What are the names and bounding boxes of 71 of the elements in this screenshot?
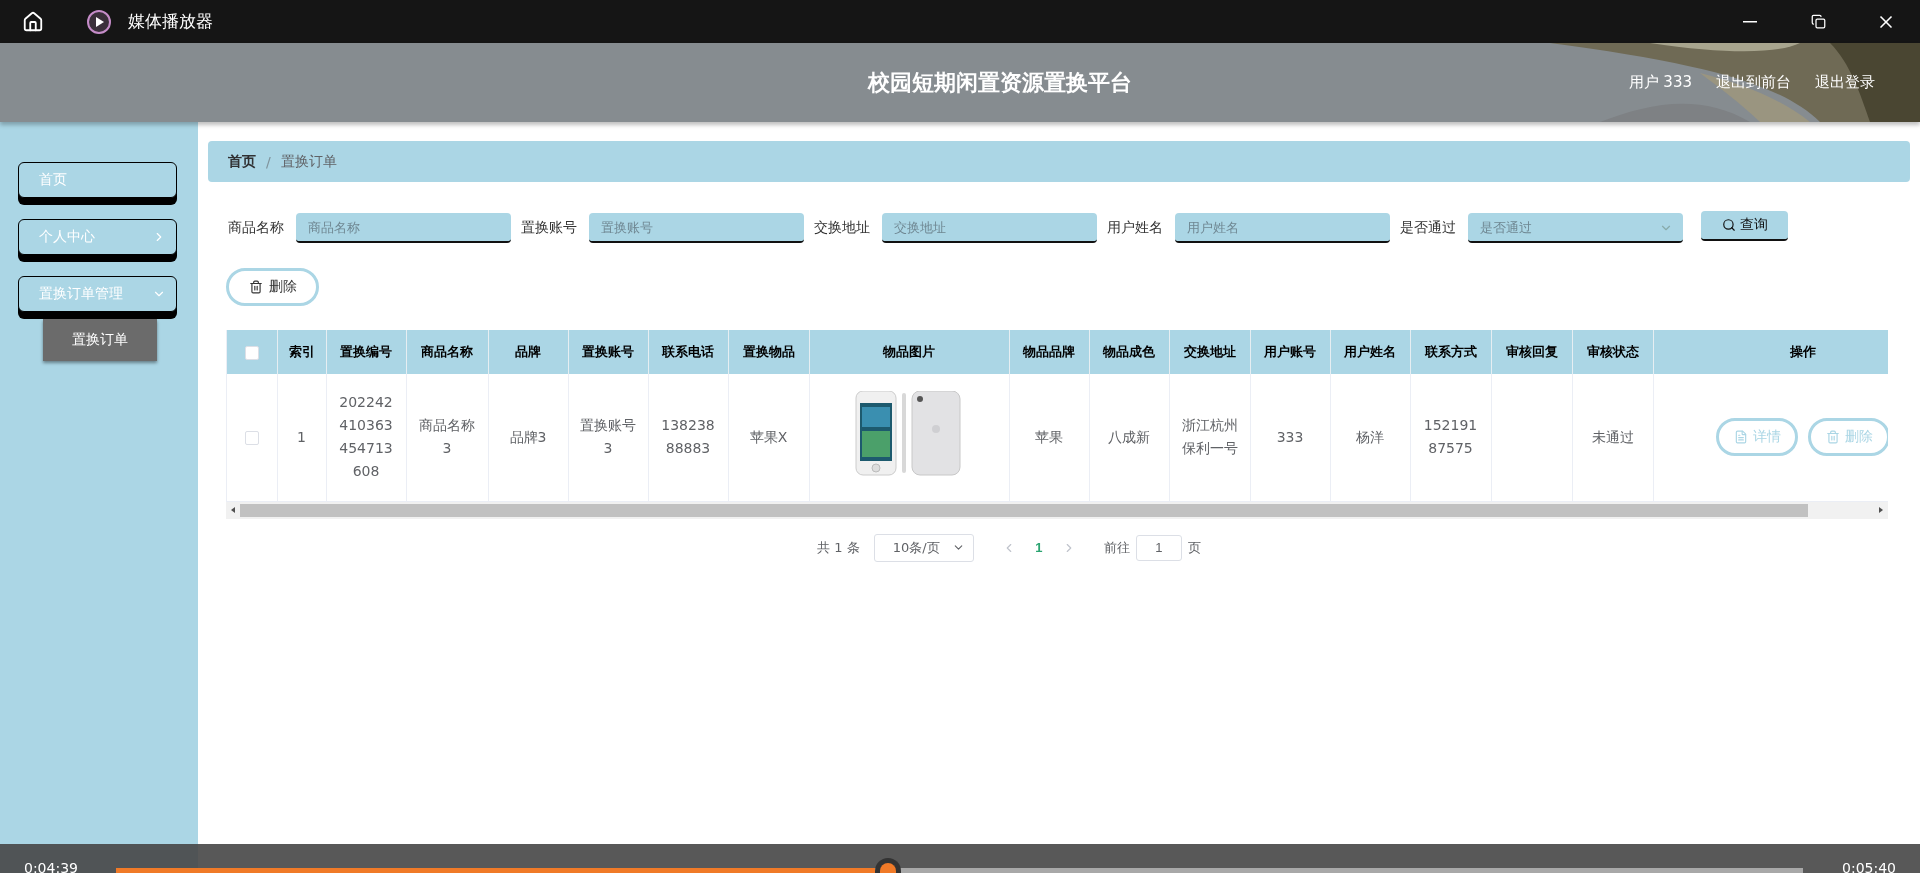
breadcrumb-link[interactable]: 首页 xyxy=(228,152,256,171)
column-header: 品牌 xyxy=(488,330,568,374)
column-header: 索引 xyxy=(277,330,326,374)
table-cell: 333 xyxy=(1276,428,1304,445)
table-cell: 苹果 xyxy=(1035,428,1063,445)
column-header: 用户姓名 xyxy=(1330,330,1410,374)
page-number[interactable]: 1 xyxy=(1023,540,1054,555)
play-logo-icon xyxy=(86,8,112,35)
column-header: 物品成色 xyxy=(1089,330,1169,374)
search-icon xyxy=(1721,218,1736,232)
page-size-select[interactable]: 10条/页 xyxy=(873,533,974,562)
column-header: 审核状态 xyxy=(1572,330,1653,374)
breadcrumb-separator: / xyxy=(266,153,271,170)
search-button[interactable]: 查询 xyxy=(1701,211,1788,241)
table-cell: 13823888883 xyxy=(661,417,715,457)
input-field[interactable]: 交换地址 xyxy=(882,213,1097,243)
trash-icon xyxy=(248,280,263,294)
table-cell: 202242410363454713608 xyxy=(339,394,393,480)
table-cell: 品牌3 xyxy=(509,428,547,445)
table-cell: 商品名称3 xyxy=(419,417,475,457)
table-cell: 1 xyxy=(297,428,306,445)
progress-thumb[interactable] xyxy=(875,858,902,873)
checkbox[interactable] xyxy=(244,345,259,360)
home-icon[interactable] xyxy=(22,10,44,33)
input-field[interactable]: 商品名称 xyxy=(296,213,511,243)
column-header: 置换账号 xyxy=(568,330,648,374)
total-time: 0:05:40 xyxy=(1842,860,1896,873)
column-header: 交换地址 xyxy=(1169,330,1250,374)
document-icon xyxy=(1733,430,1748,445)
column-header: 物品图片 xyxy=(809,330,1009,374)
minimize-icon xyxy=(1743,20,1757,23)
column-header: 用户账号 xyxy=(1250,330,1330,374)
table-cell: 杨洋 xyxy=(1356,428,1384,445)
restore-icon xyxy=(1810,14,1826,29)
header-link[interactable]: 退出登录 xyxy=(1815,73,1875,92)
table-cell: 八成新 xyxy=(1108,428,1150,445)
pagination-total: 共 1 条 xyxy=(817,538,860,557)
checkbox[interactable] xyxy=(244,430,259,445)
filter-label: 置换账号 xyxy=(521,219,577,237)
filter-label: 交换地址 xyxy=(814,219,870,237)
column-header: 审核回复 xyxy=(1491,330,1572,374)
column-header: 联系方式 xyxy=(1410,330,1491,374)
page-input[interactable]: 1 xyxy=(1135,534,1182,561)
user-name: 用户 333 xyxy=(1628,73,1692,92)
column-header: 置换物品 xyxy=(728,330,809,374)
table-cell: 苹果X xyxy=(749,428,788,445)
filter-label: 用户姓名 xyxy=(1107,219,1163,237)
input-field[interactable]: 置换账号 xyxy=(589,213,804,243)
scrollbar-thumb[interactable] xyxy=(240,503,1808,517)
goto-label: 前往 xyxy=(1103,538,1130,557)
column-header: 置换编号 xyxy=(326,330,406,374)
page-unit: 页 xyxy=(1187,538,1201,557)
table-cell: 置换账号3 xyxy=(580,417,636,457)
column-header: 操作 xyxy=(1653,330,1888,374)
elapsed-time: 0:04:39 xyxy=(24,860,78,873)
table-cell: 浙江杭州保利一号 xyxy=(1181,417,1238,457)
app-title: 媒体播放器 xyxy=(128,10,213,33)
sidebar-subitem[interactable]: 置换订单 xyxy=(43,319,157,361)
site-title: 校园短期闲置资源置换平台 xyxy=(868,68,1132,97)
filter-label: 是否通过 xyxy=(1400,219,1456,237)
input-field[interactable]: 用户姓名 xyxy=(1175,213,1390,243)
column-header: 物品品牌 xyxy=(1009,330,1089,374)
column-header: 商品名称 xyxy=(406,330,488,374)
delete-button[interactable]: 删除 xyxy=(226,268,319,306)
select-field[interactable]: 是否通过 xyxy=(1468,213,1683,243)
filter-label: 商品名称 xyxy=(228,219,284,237)
column-header: 联系电话 xyxy=(648,330,728,374)
trash-icon xyxy=(1825,430,1840,445)
table-cell: 15219187575 xyxy=(1423,417,1478,457)
table-cell: 未通过 xyxy=(1591,428,1634,445)
breadcrumb-current: 置换订单 xyxy=(280,152,337,171)
